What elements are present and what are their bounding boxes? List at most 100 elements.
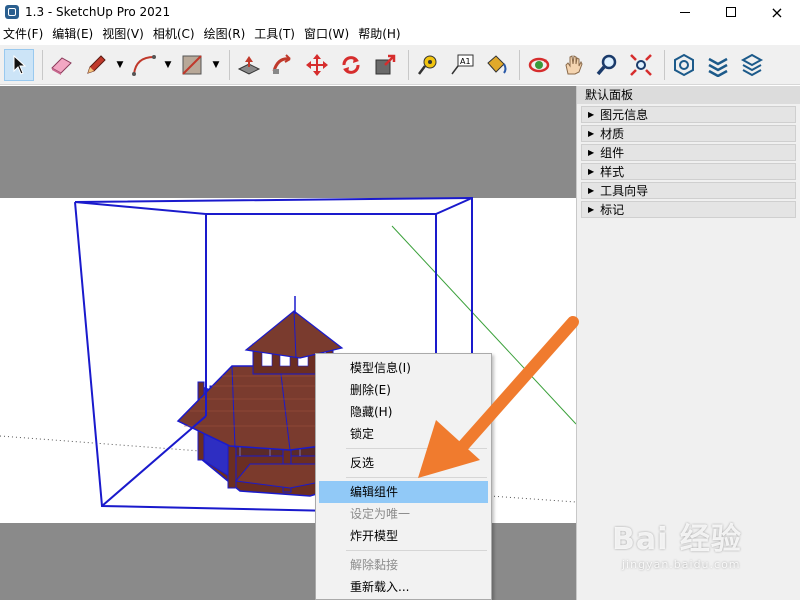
move-icon <box>306 53 328 76</box>
tray-label: 组件 <box>600 146 625 160</box>
send-to-layout-button[interactable] <box>737 49 767 81</box>
axis-dotted-line <box>489 495 576 503</box>
menu-edit[interactable]: 编辑(E) <box>49 24 99 45</box>
3d-warehouse-button[interactable] <box>669 49 699 81</box>
title-bar: 1.3 - SketchUp Pro 2021 × <box>0 0 800 24</box>
pencil-dropdown-icon[interactable]: ▼ <box>115 49 125 81</box>
push-pull-tool-button[interactable] <box>234 49 264 81</box>
window-title: 1.3 - SketchUp Pro 2021 <box>25 5 171 19</box>
ctx-delete[interactable]: 删除(E) <box>316 379 491 401</box>
rectangle-icon <box>182 54 202 75</box>
follow-me-icon <box>272 53 291 74</box>
zoom-extents-icon <box>630 53 652 76</box>
extension-warehouse-icon <box>708 57 728 77</box>
tray-tags[interactable]: ▶ 标记 <box>581 201 796 218</box>
tray-instructor[interactable]: ▶ 工具向导 <box>581 182 796 199</box>
arc-icon <box>132 54 156 76</box>
orbit-tool-button[interactable] <box>524 49 554 81</box>
ctx-unglue: 解除黏接 <box>350 558 399 572</box>
select-tool-button[interactable] <box>4 48 34 81</box>
tray-label: 图元信息 <box>600 108 649 122</box>
menu-tools[interactable]: 工具(T) <box>251 24 301 45</box>
eraser-icon <box>51 56 72 75</box>
tray-components[interactable]: ▶ 组件 <box>581 144 796 161</box>
tray-styles[interactable]: ▶ 样式 <box>581 163 796 180</box>
ctx-make-unique: 设定为唯一 <box>350 507 411 521</box>
axis-dotted-line <box>0 435 201 452</box>
rotate-icon <box>342 55 360 74</box>
menu-draw[interactable]: 绘图(R) <box>201 24 252 45</box>
push-pull-icon <box>237 55 261 75</box>
scale-icon <box>375 54 396 74</box>
move-tool-button[interactable] <box>302 49 332 81</box>
ctx-reload[interactable]: 重新载入... <box>316 576 491 598</box>
menu-separator <box>346 477 487 478</box>
ctx-edit-component[interactable]: 编辑组件 <box>319 481 488 503</box>
ctx-model-info[interactable]: 模型信息(I) <box>316 357 491 379</box>
layout-icon <box>740 53 764 76</box>
expand-arrow-icon: ▶ <box>588 167 595 176</box>
menu-separator <box>346 550 487 551</box>
sketchup-app-icon <box>5 5 19 19</box>
orbit-icon <box>528 57 550 72</box>
watermark-url: jingyan.baidu.com <box>622 558 741 571</box>
menu-window[interactable]: 窗口(W) <box>301 24 355 45</box>
pencil-icon <box>87 54 106 74</box>
baidu-jingyan-watermark: Bai 经验 jingyan.baidu.com <box>612 514 762 584</box>
text-tool-label: A1 <box>460 57 471 66</box>
expand-arrow-icon: ▶ <box>588 110 595 119</box>
toolbar-separator <box>42 49 43 80</box>
minimize-button[interactable] <box>662 0 708 24</box>
menu-file[interactable]: 文件(F) <box>0 24 49 45</box>
extension-warehouse-button[interactable] <box>703 49 733 81</box>
panel-title: 默认面板 <box>577 86 800 104</box>
arc-dropdown-icon[interactable]: ▼ <box>163 49 173 81</box>
ctx-invert-selection[interactable]: 反选 <box>316 452 491 474</box>
expand-arrow-icon: ▶ <box>588 186 595 195</box>
tray-label: 样式 <box>600 165 625 179</box>
tape-measure-tool-button[interactable] <box>413 49 443 81</box>
expand-arrow-icon: ▶ <box>588 129 595 138</box>
maximize-button[interactable] <box>708 0 754 24</box>
eraser-tool-button[interactable] <box>47 49 77 81</box>
ctx-lock[interactable]: 锁定 <box>316 423 491 445</box>
pencil-tool-button[interactable] <box>81 49 111 81</box>
tray-entity-info[interactable]: ▶ 图元信息 <box>581 106 796 123</box>
text-tool-button[interactable]: A1 <box>447 49 477 81</box>
select-icon <box>13 54 27 75</box>
rectangle-tool-button[interactable] <box>177 49 207 81</box>
menu-separator <box>346 448 487 449</box>
paint-bucket-tool-button[interactable] <box>481 49 511 81</box>
paint-bucket-icon <box>487 54 507 74</box>
scale-tool-button[interactable] <box>370 49 400 81</box>
zoom-tool-button[interactable] <box>592 49 622 81</box>
ctx-hide[interactable]: 隐藏(H) <box>316 401 491 423</box>
toolbar-separator <box>519 49 520 80</box>
zoom-icon <box>596 54 617 75</box>
text-label-icon: A1 <box>451 54 474 74</box>
menu-camera[interactable]: 相机(C) <box>150 24 201 45</box>
arc-tool-button[interactable] <box>129 49 159 81</box>
tray-label: 标记 <box>600 203 625 217</box>
ctx-explode-model[interactable]: 炸开模型 <box>316 525 491 547</box>
minimize-icon <box>680 11 690 13</box>
tape-measure-icon <box>418 55 437 75</box>
rectangle-dropdown-icon[interactable]: ▼ <box>211 49 221 81</box>
context-menu: 模型信息(I) 删除(E) 隐藏(H) 锁定 反选 编辑组件 设定为唯一 炸开模… <box>315 353 492 600</box>
follow-me-tool-button[interactable] <box>268 49 298 81</box>
rotate-tool-button[interactable] <box>336 49 366 81</box>
close-icon: × <box>770 2 784 22</box>
pan-icon <box>565 54 583 74</box>
expand-arrow-icon: ▶ <box>588 205 595 214</box>
zoom-extents-tool-button[interactable] <box>626 49 656 81</box>
menu-help[interactable]: 帮助(H) <box>355 24 406 45</box>
watermark-logo: Bai 经验 <box>612 522 742 557</box>
toolbar-separator <box>229 49 230 80</box>
menu-view[interactable]: 视图(V) <box>99 24 150 45</box>
tray-label: 材质 <box>600 127 625 141</box>
menu-bar: 文件(F) 编辑(E) 视图(V) 相机(C) 绘图(R) 工具(T) 窗口(W… <box>0 24 800 45</box>
pan-tool-button[interactable] <box>558 49 588 81</box>
tray-materials[interactable]: ▶ 材质 <box>581 125 796 142</box>
toolbar-separator <box>664 49 665 80</box>
close-button[interactable]: × <box>754 0 800 24</box>
